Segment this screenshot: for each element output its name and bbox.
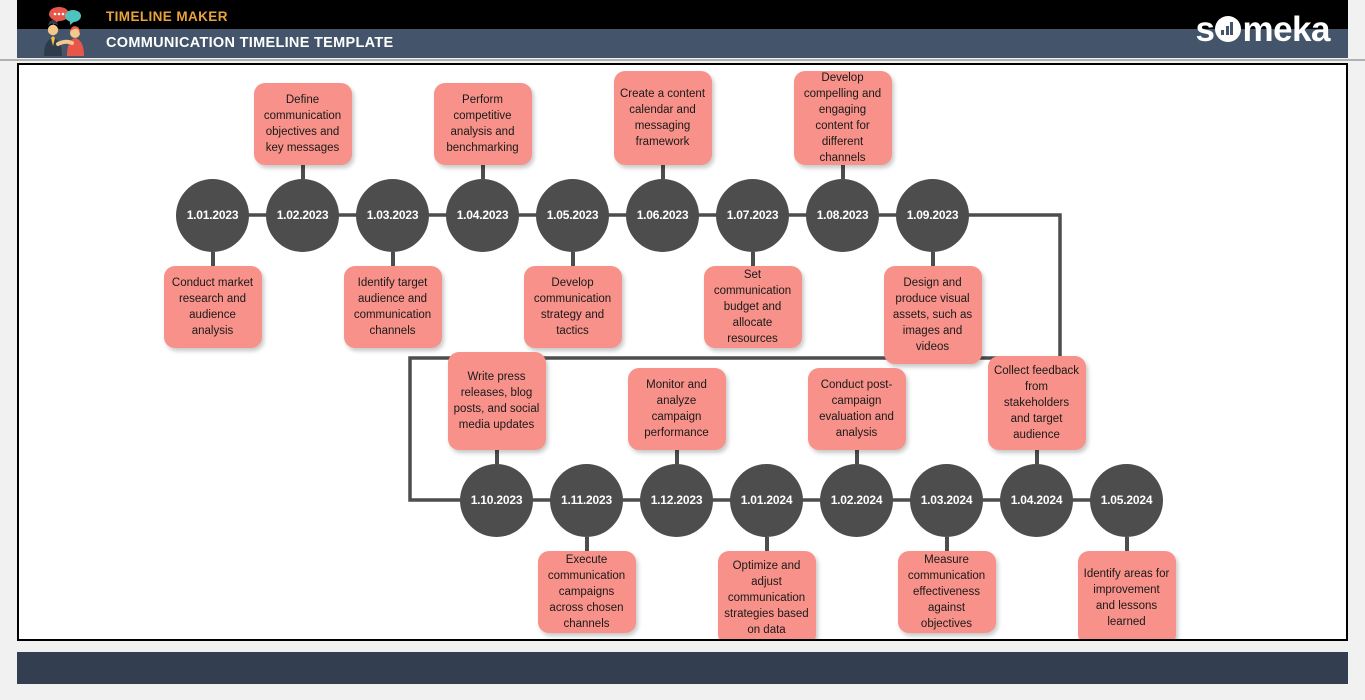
- timeline-card-stem: [210, 251, 215, 266]
- timeline-node-1.02.2024[interactable]: 1.02.2024: [820, 463, 893, 537]
- timeline-node-date: 1.10.2023: [470, 493, 523, 507]
- timeline-card-1.05.2024[interactable]: Identify areas for improvement and lesso…: [1077, 550, 1176, 639]
- timeline-card-1.08.2023[interactable]: Develop compelling and engaging content …: [793, 70, 892, 165]
- timeline-card-stem: [584, 536, 589, 551]
- timeline-card-1.03.2023[interactable]: Identify target audience and communicati…: [343, 265, 442, 348]
- timeline-card-text: Conduct post-campaign evaluation and ana…: [819, 378, 894, 439]
- timeline-card-stem: [764, 536, 769, 551]
- timeline-node-1.07.2023[interactable]: 1.07.2023: [716, 178, 789, 252]
- timeline-card-text: Identify target audience and communicati…: [353, 276, 432, 337]
- timeline-node-1.04.2024[interactable]: 1.04.2024: [1000, 463, 1073, 537]
- timeline-card-text: Monitor and analyze campaign performance: [644, 378, 709, 439]
- timeline-node-date: 1.12.2023: [650, 493, 703, 507]
- timeline-card-1.10.2023[interactable]: Write press releases, blog posts, and so…: [447, 351, 546, 450]
- timeline-card-text: Create a content calendar and messaging …: [619, 87, 706, 148]
- timeline-canvas-panel: 1.01.2023 Conduct market research and aud…: [17, 63, 1348, 641]
- timeline-card-1.04.2024[interactable]: Collect feedback from stakeholders and t…: [987, 355, 1086, 450]
- timeline-card-stem: [1034, 449, 1039, 464]
- timeline-node-1.04.2023[interactable]: 1.04.2023: [446, 178, 519, 252]
- timeline-node-1.01.2023[interactable]: 1.01.2023: [176, 178, 249, 252]
- timeline-node-1.08.2023[interactable]: 1.08.2023: [806, 178, 879, 252]
- timeline-node-date: 1.09.2023: [906, 208, 959, 222]
- timeline-node-1.10.2023[interactable]: 1.10.2023: [460, 463, 533, 537]
- timeline-card-stem: [750, 251, 755, 266]
- timeline-card-text: Execute communication campaigns across c…: [547, 553, 626, 630]
- timeline-card-stem: [930, 251, 935, 266]
- timeline-card-1.01.2023[interactable]: Conduct market research and audience ana…: [163, 265, 262, 348]
- timeline-node-1.12.2023[interactable]: 1.12.2023: [640, 463, 713, 537]
- timeline-node-date: 1.02.2023: [276, 208, 329, 222]
- timeline-card-1.06.2023[interactable]: Create a content calendar and messaging …: [613, 70, 712, 165]
- timeline-card-1.01.2024[interactable]: Optimize and adjust communication strate…: [717, 550, 816, 639]
- timeline-card-text: Develop compelling and engaging content …: [803, 71, 882, 164]
- bar-chart-icon: [1215, 16, 1242, 42]
- timeline-card-text: Identify areas for improvement and lesso…: [1083, 567, 1170, 628]
- someka-brand-logo: s meka: [1196, 12, 1331, 47]
- timeline-card-text: Optimize and adjust communication strate…: [724, 559, 809, 636]
- header-divider: [0, 59, 1365, 61]
- timeline-card-1.02.2024[interactable]: Conduct post-campaign evaluation and ana…: [807, 367, 906, 450]
- someka-logo-text-after: meka: [1242, 10, 1330, 49]
- timeline-node-date: 1.08.2023: [816, 208, 869, 222]
- timeline-card-stem: [1124, 536, 1129, 551]
- timeline-node-1.03.2024[interactable]: 1.03.2024: [910, 463, 983, 537]
- timeline-node-date: 1.01.2023: [186, 208, 239, 222]
- timeline-node-date: 1.03.2024: [920, 493, 973, 507]
- timeline-node-date: 1.05.2024: [1100, 493, 1153, 507]
- timeline-card-1.05.2023[interactable]: Develop communication strategy and tacti…: [523, 265, 622, 348]
- timeline-node-date: 1.11.2023: [561, 493, 612, 507]
- timeline-node-1.05.2024[interactable]: 1.05.2024: [1090, 463, 1163, 537]
- timeline-card-stem: [840, 164, 845, 179]
- timeline-stage: 1.01.2023 Conduct market research and aud…: [19, 65, 1346, 639]
- timeline-node-date: 1.04.2023: [456, 208, 509, 222]
- timeline-card-text: Perform competitive analysis and benchma…: [446, 93, 519, 154]
- timeline-card-stem: [480, 164, 485, 179]
- timeline-card-text: Write press releases, blog posts, and so…: [453, 370, 540, 431]
- timeline-node-date: 1.05.2023: [546, 208, 599, 222]
- timeline-card-1.09.2023[interactable]: Design and produce visual assets, such a…: [883, 265, 982, 364]
- timeline-card-stem: [494, 449, 499, 464]
- timeline-card-text: Conduct market research and audience ana…: [171, 276, 254, 337]
- timeline-card-stem: [300, 164, 305, 179]
- timeline-card-text: Develop communication strategy and tacti…: [533, 276, 612, 337]
- timeline-card-text: Set communication budget and allocate re…: [713, 268, 792, 345]
- timeline-card-1.12.2023[interactable]: Monitor and analyze campaign performance: [627, 367, 726, 450]
- timeline-node-date: 1.03.2023: [366, 208, 419, 222]
- timeline-node-1.03.2023[interactable]: 1.03.2023: [356, 178, 429, 252]
- timeline-card-1.07.2023[interactable]: Set communication budget and allocate re…: [703, 265, 802, 348]
- timeline-card-stem: [674, 449, 679, 464]
- timeline-card-text: Design and produce visual assets, such a…: [892, 276, 973, 353]
- timeline-node-date: 1.07.2023: [726, 208, 779, 222]
- timeline-node-date: 1.01.2024: [740, 493, 793, 507]
- timeline-node-date: 1.02.2024: [830, 493, 883, 507]
- timeline-node-date: 1.06.2023: [636, 208, 689, 222]
- page-title: COMMUNICATION TIMELINE TEMPLATE: [106, 35, 394, 51]
- timeline-card-1.11.2023[interactable]: Execute communication campaigns across c…: [537, 550, 636, 633]
- timeline-card-1.02.2023[interactable]: Define communication objectives and key …: [253, 82, 352, 165]
- timeline-card-stem: [660, 164, 665, 179]
- footer-bar: [17, 652, 1348, 684]
- app-header: TIMELINE MAKER COMMUNICATION TIMELINE TE…: [17, 0, 1348, 58]
- timeline-node-date: 1.04.2024: [1010, 493, 1063, 507]
- timeline-card-stem: [570, 251, 575, 266]
- timeline-card-stem: [944, 536, 949, 551]
- timeline-node-1.09.2023[interactable]: 1.09.2023: [896, 178, 969, 252]
- app-subtitle: TIMELINE MAKER: [106, 9, 228, 24]
- timeline-node-1.01.2024[interactable]: 1.01.2024: [730, 463, 803, 537]
- timeline-node-1.06.2023[interactable]: 1.06.2023: [626, 178, 699, 252]
- timeline-node-1.11.2023[interactable]: 1.11.2023: [550, 463, 623, 537]
- timeline-card-text: Define communication objectives and key …: [263, 93, 342, 154]
- timeline-card-stem: [854, 449, 859, 464]
- timeline-card-1.03.2024[interactable]: Measure communication effectiveness agai…: [897, 550, 996, 633]
- timeline-card-text: Collect feedback from stakeholders and t…: [993, 364, 1080, 441]
- timeline-card-text: Measure communication effectiveness agai…: [907, 553, 986, 630]
- someka-logo-text-before: s: [1195, 10, 1215, 49]
- timeline-node-1.02.2023[interactable]: 1.02.2023: [266, 178, 339, 252]
- timeline-card-1.04.2023[interactable]: Perform competitive analysis and benchma…: [433, 82, 532, 165]
- people-talking-icon: [36, 4, 92, 56]
- timeline-card-stem: [390, 251, 395, 266]
- timeline-node-1.05.2023[interactable]: 1.05.2023: [536, 178, 609, 252]
